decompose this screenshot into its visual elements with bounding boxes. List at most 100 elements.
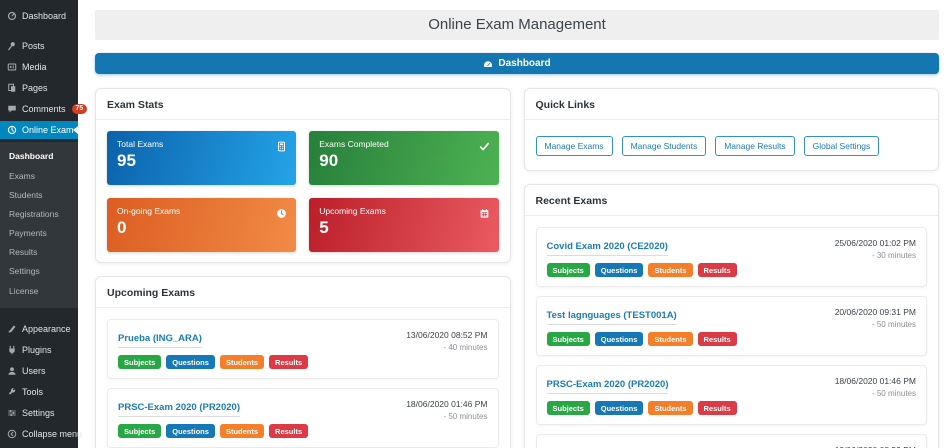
exam-badge-students[interactable]: Students: [648, 332, 692, 346]
quick-link-manage-exams[interactable]: Manage Exams: [536, 136, 613, 156]
exam-badge-results[interactable]: Results: [698, 263, 737, 277]
stat-value: 5: [319, 219, 488, 238]
dashboard-columns: Exam Stats Total Exams95Exams Completed9…: [95, 88, 939, 448]
sidebar-item-users[interactable]: Users: [0, 362, 78, 380]
exam-badge-subjects[interactable]: Subjects: [118, 424, 161, 438]
sidebar-item-tools[interactable]: Tools: [0, 383, 78, 401]
sidebar-subitem-settings[interactable]: Settings: [0, 262, 78, 281]
exam-badge-subjects[interactable]: Subjects: [547, 263, 590, 277]
collapse-icon: [7, 429, 17, 439]
sidebar-subitem-license[interactable]: License: [0, 282, 78, 301]
stat-label: Upcoming Exams: [319, 206, 488, 216]
exam-date: 20/06/2020 09:31 PM: [835, 307, 916, 317]
exam-date: 25/06/2020 01:02 PM: [835, 238, 916, 248]
sidebar-item-label: Dashboard: [22, 11, 66, 21]
exam-badge-students[interactable]: Students: [220, 424, 264, 438]
exam-badge-questions[interactable]: Questions: [595, 263, 644, 277]
sidebar-item-label: Appearance: [22, 324, 71, 334]
exam-badge-results[interactable]: Results: [269, 424, 308, 438]
exam-date: 18/06/2020 01:46 PM: [835, 376, 916, 386]
media-icon: [7, 62, 17, 72]
page-title: Online Exam Management: [95, 10, 939, 40]
pages-icon: [7, 83, 17, 93]
right-column: Quick Links Manage ExamsManage StudentsM…: [524, 88, 940, 448]
exam-link[interactable]: Covid Exam 2020 (CE2020): [547, 239, 668, 256]
exam-badge-subjects[interactable]: Subjects: [547, 332, 590, 346]
exam-item-left: Covid Exam 2020 (CE2020) Subjects Question…: [547, 236, 737, 277]
exam-badge-questions[interactable]: Questions: [166, 424, 215, 438]
sidebar-item-settings[interactable]: Settings: [0, 404, 78, 422]
exam-badge-results[interactable]: Results: [698, 401, 737, 415]
main-content: Online Exam Management Dashboard Exam St…: [78, 0, 944, 448]
tools-icon: [7, 387, 17, 397]
exam-badge-questions[interactable]: Questions: [595, 401, 644, 415]
exam-item-right: 13/06/2020 08:52 PM- 40 minutes: [406, 328, 487, 352]
stat-value: 95: [117, 152, 286, 171]
exam-item-left: PRSC-Exam 2020 (PR2020) Subjects Questions…: [547, 374, 737, 415]
exam-link[interactable]: Test lagnguages (TEST001A): [547, 308, 677, 325]
sidebar-item-plugins[interactable]: Plugins: [0, 341, 78, 359]
exam-item-left: Prueba (ING_ARA) Subjects Questions Student…: [118, 328, 308, 369]
sidebar-item-pages[interactable]: Pages: [0, 79, 78, 97]
sidebar-subitem-students[interactable]: Students: [0, 186, 78, 205]
exam-item-left: PRSC-Exam 2020 (PR2020) Subjects Questions…: [118, 397, 308, 438]
quick-links-row: Manage Exams Manage Students Manage Result…: [536, 131, 928, 160]
exam-link[interactable]: Prueba (ING_ARA): [118, 331, 202, 348]
exam-badges-row: Subjects Questions Students Results: [547, 332, 737, 346]
quick-links-title: Quick Links: [525, 99, 939, 120]
dashboard-button-label: Dashboard: [498, 58, 550, 69]
stat-value: 90: [319, 152, 488, 171]
exam-link[interactable]: PRSC-Exam 2020 (PR2020): [547, 377, 669, 394]
posts-icon: [7, 41, 17, 51]
sidebar-item-online-exam[interactable]: Online Exam: [0, 121, 78, 139]
sidebar-item-collapse-menu[interactable]: Collapse menu: [0, 425, 78, 443]
sidebar-subitem-exams[interactable]: Exams: [0, 167, 78, 186]
exam-badge-students[interactable]: Students: [220, 355, 264, 369]
exam-badge-results[interactable]: Results: [269, 355, 308, 369]
sidebar-item-comments[interactable]: Comments75: [0, 100, 78, 118]
exam-item: Test lagnguages (TEST001A) Subjects Questi…: [536, 296, 928, 356]
stat-label: On-going Exams: [117, 206, 286, 216]
exam-badges-row: Subjects Questions Students Results: [118, 355, 308, 369]
upcoming-exams-title: Upcoming Exams: [96, 287, 510, 308]
exam-badge-students[interactable]: Students: [648, 263, 692, 277]
sidebar-item-posts[interactable]: Posts: [0, 37, 78, 55]
sidebar-subitem-registrations[interactable]: Registrations: [0, 205, 78, 224]
recent-exams-card: Recent Exams Covid Exam 2020 (CE2020)Sub…: [524, 184, 940, 448]
quick-links-card: Quick Links Manage ExamsManage StudentsM…: [524, 88, 940, 171]
upcoming-exams-card: Upcoming Exams Prueba (ING_ARA) Subjects Q…: [95, 276, 511, 448]
sidebar-item-dashboard[interactable]: Dashboard: [0, 7, 78, 25]
exam-badges-row: Subjects Questions Students Results: [547, 401, 737, 415]
sidebar-subitem-dashboard[interactable]: Dashboard: [0, 147, 78, 166]
exam-item: Prueba (ING_ARA) Subjects Questions Student…: [107, 319, 499, 379]
exam-item-left: Prueba (ING_ARA)SubjectsQuestionsStudent…: [547, 443, 737, 448]
exam-item-right: 20/06/2020 09:31 PM- 50 minutes: [835, 305, 916, 329]
sidebar-item-media[interactable]: Media: [0, 58, 78, 76]
clock-icon: [276, 206, 287, 217]
calculator-icon: [276, 139, 287, 150]
sidebar-item-appearance[interactable]: Appearance: [0, 320, 78, 338]
exam-badge-subjects[interactable]: Subjects: [118, 355, 161, 369]
upcoming-exams-list: Prueba (ING_ARA) Subjects Questions Student…: [107, 319, 499, 448]
exam-badge-questions[interactable]: Questions: [595, 332, 644, 346]
sidebar-subitem-results[interactable]: Results: [0, 243, 78, 262]
sidebar-item-label: Comments: [22, 104, 66, 114]
exam-badge-questions[interactable]: Questions: [166, 355, 215, 369]
quick-link-manage-results[interactable]: Manage Results: [715, 136, 794, 156]
dashboard-button[interactable]: Dashboard: [95, 53, 939, 74]
sidebar-subitem-payments[interactable]: Payments: [0, 224, 78, 243]
exam-item-right: 18/06/2020 01:46 PM- 50 minutes: [835, 374, 916, 398]
exam-duration: - 50 minutes: [406, 412, 487, 421]
exam-badge-results[interactable]: Results: [698, 332, 737, 346]
exam-badge-subjects[interactable]: Subjects: [547, 401, 590, 415]
exam-item: Covid Exam 2020 (CE2020) Subjects Question…: [536, 227, 928, 287]
quick-link-global-settings[interactable]: Global Settings: [804, 136, 880, 156]
exam-duration: - 30 minutes: [835, 251, 916, 260]
exam-item-left: Test lagnguages (TEST001A) Subjects Questi…: [547, 305, 737, 346]
quick-link-manage-students[interactable]: Manage Students: [622, 136, 707, 156]
sidebar-item-label: Settings: [22, 408, 55, 418]
exam-item-right: 13/06/2020 08:52 PM- 40 minutes: [835, 443, 916, 448]
exam-badge-students[interactable]: Students: [648, 401, 692, 415]
exam-link[interactable]: PRSC-Exam 2020 (PR2020): [118, 400, 240, 417]
sidebar-item-label: Pages: [22, 83, 48, 93]
